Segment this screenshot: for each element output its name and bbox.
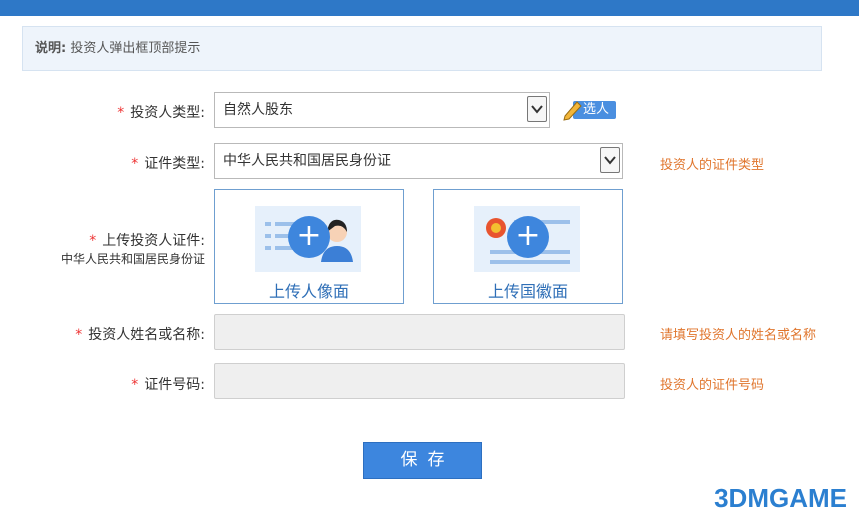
name-label-text: 投资人姓名或名称: [88, 327, 205, 343]
upload-sublabel: 中华人民共和国居民身份证 [60, 252, 205, 266]
save-button[interactable]: 保存 [363, 442, 482, 479]
id-number-label-text: 证件号码: [144, 377, 205, 393]
id-type-hint: 投资人的证件类型 [660, 158, 765, 173]
id-card-portrait-icon: + [255, 206, 361, 272]
notice-banner: 说明: 投资人弹出框顶部提示 [22, 26, 822, 71]
investor-type-value: 自然人股东 [223, 102, 293, 118]
required-mark: * [75, 327, 83, 343]
upload-portrait-caption: 上传人像面 [268, 282, 349, 301]
id-type-select[interactable]: 中华人民共和国居民身份证 [214, 143, 623, 179]
pick-person-label: 选人 [583, 102, 610, 117]
investor-type-label-text: 投资人类型: [130, 105, 205, 121]
required-mark: * [131, 156, 139, 172]
notice-text: 投资人弹出框顶部提示 [70, 41, 201, 56]
watermark-logo: 3DMGAME [714, 483, 847, 513]
required-mark: * [89, 233, 97, 249]
name-label: * 投资人姓名或名称: [75, 324, 205, 344]
name-hint: 请填写投资人的姓名或名称 [660, 328, 817, 343]
notice-label: 说明: [35, 41, 67, 56]
upload-label-text: 上传投资人证件: [102, 233, 205, 249]
id-type-label-text: 证件类型: [144, 156, 205, 172]
required-mark: * [117, 105, 125, 121]
name-input[interactable] [214, 314, 625, 350]
upload-emblem-side[interactable]: + 上传国徽面 [433, 189, 623, 304]
upload-emblem-caption: 上传国徽面 [487, 282, 568, 301]
id-number-input[interactable] [214, 363, 625, 399]
investor-type-label: * 投资人类型: [117, 102, 205, 122]
upload-portrait-side[interactable]: + 上传人像面 [214, 189, 404, 304]
required-mark: * [131, 377, 139, 393]
plus-icon: + [288, 216, 330, 258]
id-type-label: * 证件类型: [131, 153, 205, 173]
chevron-down-icon [527, 96, 547, 122]
id-number-label: * 证件号码: [131, 374, 205, 394]
id-type-value: 中华人民共和国居民身份证 [223, 153, 391, 169]
plus-icon: + [507, 216, 549, 258]
upload-label: * 上传投资人证件: [89, 230, 205, 250]
top-bar [0, 0, 859, 16]
investor-type-select[interactable]: 自然人股东 [214, 92, 550, 128]
id-card-emblem-icon: + [474, 206, 580, 272]
chevron-down-icon [600, 147, 620, 173]
pick-person-button[interactable]: 选人 [563, 98, 617, 122]
id-number-hint: 投资人的证件号码 [660, 378, 765, 393]
